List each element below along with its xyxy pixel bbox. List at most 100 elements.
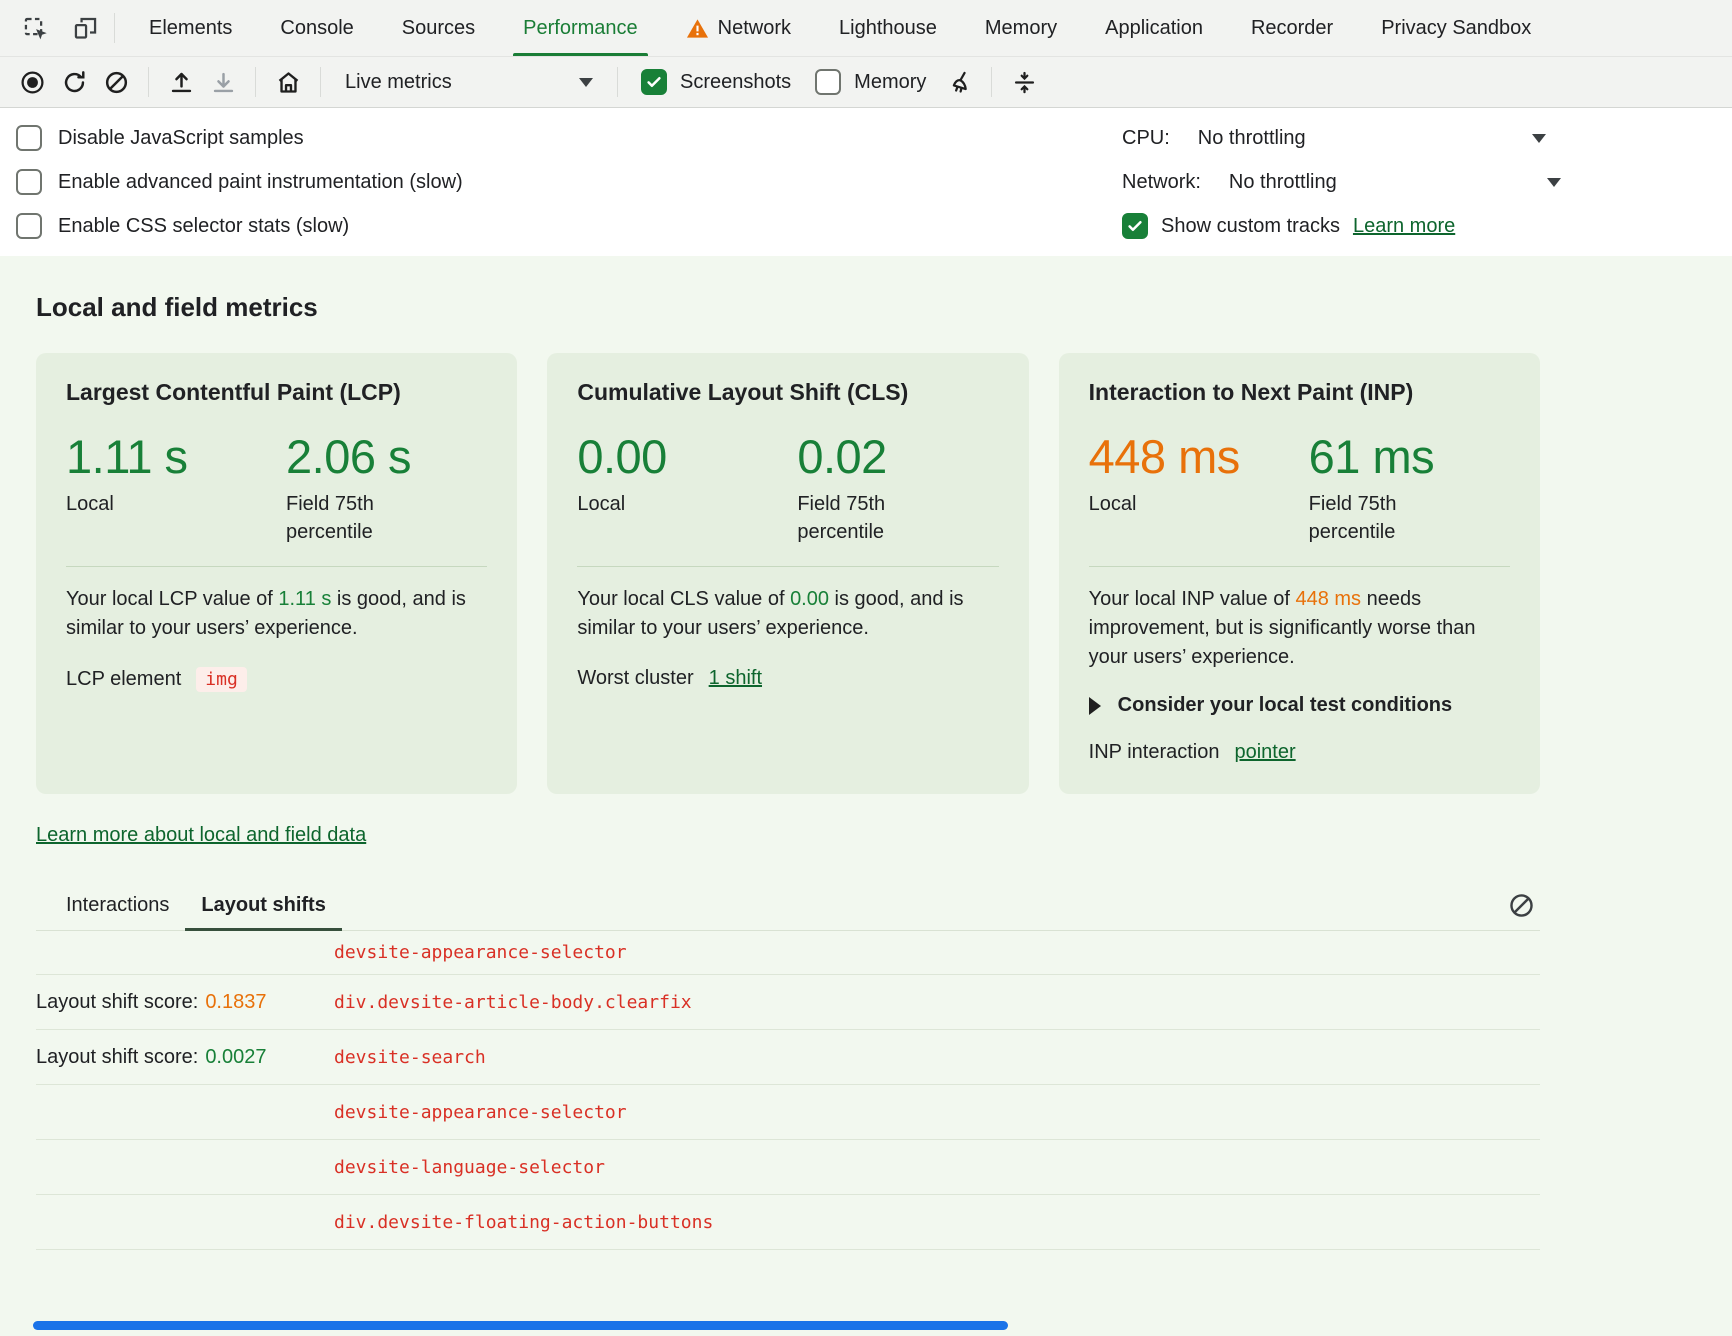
cpu-label: CPU:: [1122, 127, 1170, 150]
throttling-settings: CPU: No throttling Network: No throttlin…: [1122, 116, 1561, 248]
tab-label: Memory: [985, 17, 1057, 40]
tab-elements[interactable]: Elements: [125, 0, 256, 56]
collapse-button[interactable]: [1004, 63, 1044, 101]
live-metrics-view: Local and field metrics Largest Contentf…: [0, 256, 1732, 1336]
divider: [577, 566, 998, 567]
collapse-icon: [1011, 69, 1038, 96]
clear-log-button[interactable]: [1502, 887, 1540, 925]
worst-cluster-label: Worst cluster: [577, 667, 693, 690]
cls-local-value: 0.00: [577, 432, 797, 481]
tab-label: Sources: [402, 17, 475, 40]
score-value: 0.1837: [205, 991, 266, 1013]
disclosure-label: Consider your local test conditions: [1118, 694, 1453, 717]
advanced-paint-checkbox[interactable]: [16, 169, 42, 195]
tab-console[interactable]: Console: [256, 0, 377, 56]
cpu-throttling-row: CPU: No throttling: [1122, 116, 1561, 160]
inp-interaction-link[interactable]: pointer: [1234, 741, 1295, 764]
network-throttling-select[interactable]: No throttling: [1229, 171, 1561, 194]
inp-field-value: 61 ms: [1309, 432, 1469, 481]
separator: [148, 67, 149, 97]
element-node-link[interactable]: div.devsite-floating-action-buttons: [334, 1212, 713, 1233]
element-node-link[interactable]: devsite-appearance-selector: [334, 1102, 627, 1123]
option-label: Enable CSS selector stats (slow): [58, 215, 349, 238]
clear-recordings-button[interactable]: [96, 63, 136, 101]
tab-application[interactable]: Application: [1081, 0, 1227, 56]
tab-label: Interactions: [66, 894, 169, 917]
score-label: Layout shift score:: [36, 991, 198, 1013]
show-custom-tracks-label: Show custom tracks: [1161, 215, 1340, 238]
desc-value: 448 ms: [1295, 588, 1361, 610]
element-node-link[interactable]: div.devsite-article-body.clearfix: [334, 992, 692, 1013]
local-label: Local: [1089, 490, 1309, 518]
cls-field-value: 0.02: [797, 432, 957, 481]
worst-cluster-row: Worst cluster 1 shift: [577, 667, 998, 690]
tab-performance[interactable]: Performance: [499, 0, 662, 56]
separator: [114, 13, 115, 43]
network-value: No throttling: [1229, 171, 1337, 194]
worst-cluster-link[interactable]: 1 shift: [709, 667, 762, 690]
custom-tracks-learn-more-link[interactable]: Learn more: [1353, 215, 1455, 238]
tab-memory[interactable]: Memory: [961, 0, 1081, 56]
cpu-throttling-select[interactable]: No throttling: [1198, 127, 1546, 150]
layout-shifts-table: devsite-appearance-selector Layout shift…: [36, 931, 1540, 1250]
score-cell: [36, 1211, 334, 1234]
disable-js-samples-checkbox[interactable]: [16, 125, 42, 151]
layout-shift-row: div.devsite-floating-action-buttons: [36, 1195, 1540, 1250]
field-label: Field 75th percentile: [797, 490, 957, 546]
record-and-reload-button[interactable]: [54, 63, 94, 101]
metric-cards: Largest Contentful Paint (LCP) 1.11 s Lo…: [36, 353, 1540, 794]
separator: [255, 67, 256, 97]
layout-shift-row: Layout shift score: 0.1837 div.devsite-ar…: [36, 975, 1540, 1030]
tab-privacy-sandbox[interactable]: Privacy Sandbox: [1357, 0, 1555, 56]
collect-garbage-button[interactable]: [939, 63, 979, 101]
save-profile-button[interactable]: [203, 63, 243, 101]
inp-description: Your local INP value of 448 ms needs imp…: [1089, 585, 1510, 672]
desc-value: 1.11 s: [278, 588, 331, 610]
inp-local-value: 448 ms: [1089, 432, 1309, 481]
inp-interaction-label: INP interaction: [1089, 741, 1220, 764]
profile-history-dropdown[interactable]: Live metrics: [333, 71, 605, 94]
tab-interactions[interactable]: Interactions: [50, 881, 185, 931]
tab-label: Network: [718, 17, 791, 40]
element-node-link[interactable]: devsite-appearance-selector: [334, 942, 627, 963]
network-label: Network:: [1122, 171, 1201, 194]
load-profile-button[interactable]: [161, 63, 201, 101]
show-custom-tracks-checkbox[interactable]: [1122, 213, 1148, 239]
live-metrics-home-button[interactable]: [268, 63, 308, 101]
page-title: Local and field metrics: [36, 292, 1540, 323]
tab-label: Performance: [523, 17, 638, 40]
tab-network[interactable]: Network: [662, 0, 815, 56]
clear-icon: [103, 69, 130, 96]
inp-interaction-row: INP interaction pointer: [1089, 741, 1510, 764]
local-test-conditions-disclosure[interactable]: Consider your local test conditions: [1089, 694, 1510, 717]
desc-value: 0.00: [790, 588, 829, 610]
inspect-element-button[interactable]: [16, 9, 54, 47]
screenshots-label: Screenshots: [680, 71, 791, 94]
metric-values: 1.11 s Local 2.06 s Field 75th percentil…: [66, 432, 487, 546]
capture-settings: Disable JavaScript samples Enable advanc…: [0, 108, 1732, 256]
score-value: 0.0027: [205, 1046, 266, 1068]
tab-lighthouse[interactable]: Lighthouse: [815, 0, 961, 56]
tab-sources[interactable]: Sources: [378, 0, 499, 56]
device-toolbar-icon: [72, 15, 99, 42]
css-selector-stats-checkbox[interactable]: [16, 213, 42, 239]
layout-shift-row: Layout shift score:0.0027 devsite-search: [36, 1030, 1540, 1085]
tab-label: Application: [1105, 17, 1203, 40]
device-toolbar-button[interactable]: [66, 9, 104, 47]
lcp-field-value: 2.06 s: [286, 432, 446, 481]
metric-values: 448 ms Local 61 ms Field 75th percentile: [1089, 432, 1510, 546]
record-button[interactable]: [12, 63, 52, 101]
tab-recorder[interactable]: Recorder: [1227, 0, 1357, 56]
lcp-element-node-link[interactable]: img: [196, 667, 247, 692]
cpu-value: No throttling: [1198, 127, 1306, 150]
element-node-link[interactable]: devsite-language-selector: [334, 1157, 605, 1178]
horizontal-scrollbar-thumb[interactable]: [33, 1321, 1008, 1330]
element-node-link[interactable]: devsite-search: [334, 1047, 486, 1068]
screenshots-checkbox[interactable]: [641, 69, 667, 95]
memory-option: Memory: [804, 69, 937, 95]
field-data-learn-more-link[interactable]: Learn more about local and field data: [36, 824, 366, 847]
memory-checkbox[interactable]: [815, 69, 841, 95]
lcp-element-row: LCP element img: [66, 667, 487, 692]
tab-layout-shifts[interactable]: Layout shifts: [185, 881, 341, 931]
lcp-local-value: 1.11 s: [66, 432, 286, 481]
